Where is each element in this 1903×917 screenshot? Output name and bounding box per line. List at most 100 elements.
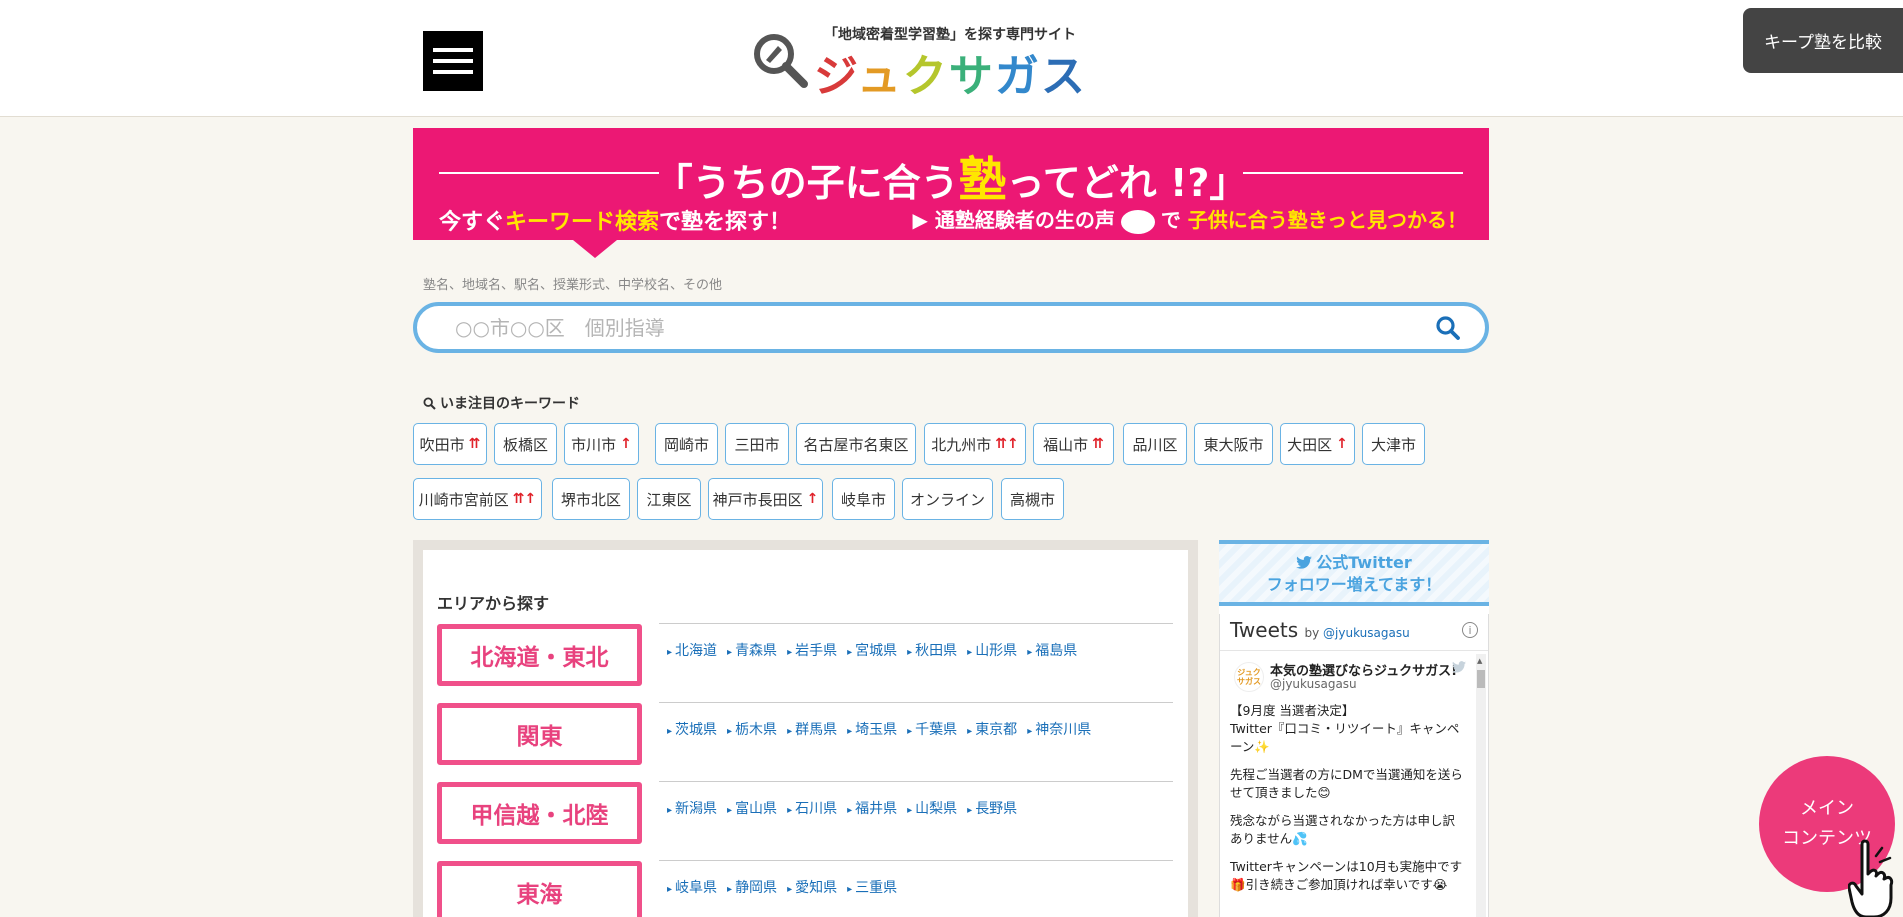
keyword-tag[interactable]: 品川区 — [1123, 423, 1187, 465]
prefecture-link[interactable]: 栃木県 — [727, 719, 777, 739]
tweet-paragraph: Twitterキャンペーンは10月も実施中です 🎁引き続きご参加頂ければ幸いです… — [1230, 859, 1463, 892]
prefecture-link[interactable]: 北海道 — [667, 640, 717, 660]
site-header: 「地域密着型学習塾」を探す専門サイト ジュクサガス — [0, 0, 1903, 117]
search-input[interactable] — [455, 311, 1375, 345]
info-icon[interactable]: i — [1462, 622, 1478, 638]
scroll-up-icon[interactable]: ▲ — [1477, 657, 1482, 665]
divider — [659, 623, 1173, 624]
hamburger-menu-button[interactable] — [423, 31, 483, 91]
prefecture-link[interactable]: 青森県 — [727, 640, 777, 660]
keyword-tag[interactable]: 東大阪市 — [1194, 423, 1273, 465]
search-hint: 塾名、地域名、駅名、授業形式、中学校名、その他 — [423, 278, 723, 293]
banner-text-part: 今すぐ — [439, 210, 506, 235]
twitter-follow-header[interactable]: 公式Twitter フォロワー増えてます！ — [1219, 544, 1489, 606]
region-button-tokai[interactable]: 東海 — [437, 861, 642, 917]
keyword-tag[interactable]: 堺市北区 — [552, 478, 630, 520]
keyword-tag[interactable]: 大津市 — [1362, 423, 1425, 465]
twitter-handle-link[interactable]: @jyukusagasu — [1323, 626, 1410, 640]
logo-char: ス — [1040, 51, 1087, 102]
keyword-tag-label: 神戸市長田区 — [712, 490, 803, 509]
keyword-tag[interactable]: 名古屋市名東区 — [796, 423, 916, 465]
keyword-tag[interactable]: 大田区 ↑ — [1280, 423, 1355, 465]
prefecture-link[interactable]: 福井県 — [847, 798, 897, 818]
trending-arrow-icon: ⇈↑ — [512, 491, 537, 507]
banner-text-part: ▶ 通塾経験者の生の声 — [912, 208, 1115, 232]
keyword-tag[interactable]: 市川市 ↑ — [564, 423, 639, 465]
keyword-tag[interactable]: 川崎市宮前区 ⇈↑ — [413, 478, 542, 520]
avatar[interactable]: ジュク サガス — [1234, 662, 1264, 692]
twitter-header-text: 公式Twitter — [1316, 553, 1412, 572]
divider — [659, 702, 1173, 703]
keyword-tag[interactable]: オンライン — [902, 478, 993, 520]
prefecture-link[interactable]: 新潟県 — [667, 798, 717, 818]
prefecture-link[interactable]: 福島県 — [1027, 640, 1077, 660]
keep-compare-button[interactable]: キープ塾を比較 — [1743, 8, 1903, 73]
trending-arrow-icon: ↑ — [1336, 436, 1348, 452]
region-button-kanto[interactable]: 関東 — [437, 703, 642, 765]
prefecture-link[interactable]: 富山県 — [727, 798, 777, 818]
prefecture-link[interactable]: 群馬県 — [787, 719, 837, 739]
prefecture-link[interactable]: 岩手県 — [787, 640, 837, 660]
twitter-bird-icon — [1296, 556, 1313, 569]
keyword-tag-label: 福山市 — [1043, 435, 1089, 454]
keyword-tag[interactable]: 板橋区 — [494, 423, 557, 465]
prefecture-link[interactable]: 静岡県 — [727, 877, 777, 897]
twitter-header-line: 公式Twitter — [1219, 552, 1489, 574]
area-search-panel: エリアから探す 北海道・東北 北海道 青森県 岩手県 宮城県 秋田県 山形県 福… — [413, 540, 1198, 917]
pointing-hand-icon — [1848, 839, 1894, 917]
prefecture-link[interactable]: 宮城県 — [847, 640, 897, 660]
prefecture-link[interactable]: 千葉県 — [907, 719, 957, 739]
prefecture-link[interactable]: 岐阜県 — [667, 877, 717, 897]
prefecture-link[interactable]: 愛知県 — [787, 877, 837, 897]
prefecture-link[interactable]: 茨城県 — [667, 719, 717, 739]
prefecture-link[interactable]: 石川県 — [787, 798, 837, 818]
prefecture-link[interactable]: 神奈川県 — [1027, 719, 1091, 739]
keyword-tag-label: 市川市 — [571, 435, 617, 454]
keyword-tag-label: 東大阪市 — [1203, 435, 1264, 454]
area-search-card: エリアから探す 北海道・東北 北海道 青森県 岩手県 宮城県 秋田県 山形県 福… — [423, 550, 1188, 917]
keyword-tag[interactable]: 岡崎市 — [655, 423, 718, 465]
keyword-tag-label: 吹田市 — [419, 435, 465, 454]
prefecture-links: 北海道 青森県 岩手県 宮城県 秋田県 山形県 福島県 — [667, 640, 1077, 660]
divider — [659, 781, 1173, 782]
prefecture-link[interactable]: 東京都 — [967, 719, 1017, 739]
keyword-tag[interactable]: 江東区 — [637, 478, 701, 520]
keyword-tag[interactable]: 吹田市 ⇈ — [413, 423, 487, 465]
prefecture-link[interactable]: 山形県 — [967, 640, 1017, 660]
main-content-label-line: メイン — [1800, 798, 1854, 819]
search-box — [413, 302, 1489, 353]
search-icon[interactable] — [1435, 315, 1461, 341]
site-logo[interactable]: 「地域密着型学習塾」を探す専門サイト ジュクサガス — [752, 22, 1085, 102]
twitter-widget-title: Tweets by @jyukusagasu — [1230, 618, 1410, 642]
banner-title-part: ってどれ !?」 — [1006, 161, 1248, 205]
region-button-hokkaido-tohoku[interactable]: 北海道・東北 — [437, 624, 642, 686]
keyword-tag-label: 北九州市 — [931, 435, 992, 454]
prefecture-link[interactable]: 三重県 — [847, 877, 897, 897]
logo-char: ジ — [814, 51, 857, 102]
keyword-tag[interactable]: 高槻市 — [1001, 478, 1064, 520]
prefecture-link[interactable]: 秋田県 — [907, 640, 957, 660]
timeline-scrollbar[interactable]: ▲ — [1476, 654, 1486, 917]
keyword-tag[interactable]: 北九州市 ⇈↑ — [924, 423, 1026, 465]
prefecture-links: 新潟県 富山県 石川県 福井県 山梨県 長野県 — [667, 798, 1017, 818]
prefecture-links: 茨城県 栃木県 群馬県 埼玉県 千葉県 東京都 神奈川県 — [667, 719, 1091, 739]
scrollbar-thumb[interactable] — [1477, 670, 1485, 688]
banner-pointer — [573, 240, 617, 258]
tweet-author-handle[interactable]: @jyukusagasu — [1270, 677, 1357, 691]
speech-bubble-icon — [1120, 209, 1155, 234]
tweet-paragraph: 【9月度 当選者決定】 Twitter『口コミ・リツイート』キャンペーン✨ — [1230, 703, 1460, 754]
region-button-koshinetsu-hokuriku[interactable]: 甲信越・北陸 — [437, 782, 642, 844]
menu-bar — [433, 59, 473, 63]
twitter-bird-icon — [1452, 661, 1466, 673]
banner-right-text: ▶ 通塾経験者の生の声 で 子供に合う塾きっと見つかる！ — [912, 204, 1467, 234]
keyword-tag[interactable]: 神戸市長田区 ↑ — [708, 478, 823, 520]
prefecture-link[interactable]: 埼玉県 — [847, 719, 897, 739]
keyword-tag[interactable]: 岐阜市 — [832, 478, 895, 520]
prefecture-link[interactable]: 山梨県 — [907, 798, 957, 818]
prefecture-link[interactable]: 長野県 — [967, 798, 1017, 818]
keyword-tag[interactable]: 福山市 ⇈ — [1033, 423, 1114, 465]
keyword-tag-label: 岐阜市 — [841, 490, 887, 509]
logo-char: サ — [948, 51, 995, 102]
twitter-by-label: by — [1304, 626, 1320, 640]
keyword-tag[interactable]: 三田市 — [725, 423, 789, 465]
